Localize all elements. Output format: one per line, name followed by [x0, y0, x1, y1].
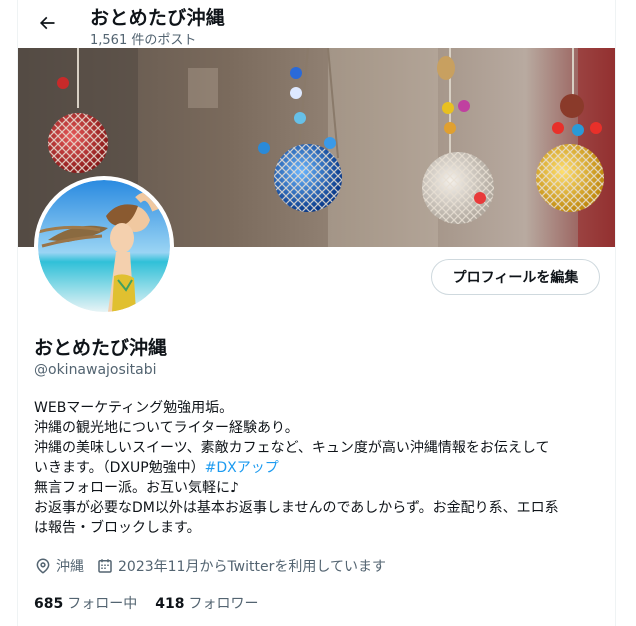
post-count: 1,561 件のポスト: [90, 33, 197, 48]
profile-header-bar: おとめたび沖縄 1,561 件のポスト: [18, 0, 615, 48]
bio-line: 沖縄の観光地についてライター経験あり。: [34, 420, 299, 436]
following-label: フォロー中: [67, 596, 138, 612]
display-name: おとめたび沖縄: [34, 337, 168, 359]
calendar-icon: [98, 559, 112, 573]
location-pin-icon: [36, 558, 50, 574]
avatar[interactable]: [34, 176, 174, 316]
location-text: 沖縄: [56, 559, 84, 575]
bio-line: 無言フォロー派。お互い気軽に♪: [34, 480, 239, 496]
following-link[interactable]: 685 フォロー中: [34, 593, 137, 613]
following-count: 685: [34, 596, 64, 612]
bio-line: は報告・ブロックします。: [34, 520, 201, 536]
followers-link[interactable]: 418 フォロワー: [155, 593, 258, 613]
hashtag-link[interactable]: #DXアップ: [205, 460, 279, 476]
user-handle: @okinawajositabi: [34, 362, 157, 378]
bio-line: お返事が必要なDM以外は基本お返事しませんのであしからず。お金配り系、エロ系: [34, 500, 559, 516]
header-title: おとめたび沖縄: [90, 7, 226, 29]
follow-stats: 685 フォロー中 418 フォロワー: [34, 593, 276, 613]
edit-profile-button[interactable]: プロフィールを編集: [431, 259, 600, 295]
bio-line: 沖縄の美味しいスイーツ、素敵カフェなど、キュン度が高い沖縄情報をお伝えして: [34, 440, 550, 456]
followers-label: フォロワー: [188, 596, 259, 612]
back-button[interactable]: [30, 6, 64, 40]
arrow-left-icon: [39, 16, 55, 30]
joined-item: 2023年11月からTwitterを利用しています: [96, 556, 386, 576]
bio-text: いきます。（DXUP勉強中）: [34, 460, 205, 476]
bio-line: WEBマーケティング勉強用垢。: [34, 400, 234, 416]
location-item: 沖縄: [34, 556, 84, 576]
bio-line: いきます。（DXUP勉強中）#DXアップ: [34, 458, 604, 478]
frame-divider-right: [615, 0, 616, 626]
followers-count: 418: [155, 596, 185, 612]
profile-meta: 沖縄 2023年11月からTwitterを利用しています: [34, 556, 398, 576]
joined-text: 2023年11月からTwitterを利用しています: [118, 559, 386, 575]
profile-bio: WEBマーケティング勉強用垢。 沖縄の観光地についてライター経験あり。 沖縄の美…: [34, 398, 604, 538]
